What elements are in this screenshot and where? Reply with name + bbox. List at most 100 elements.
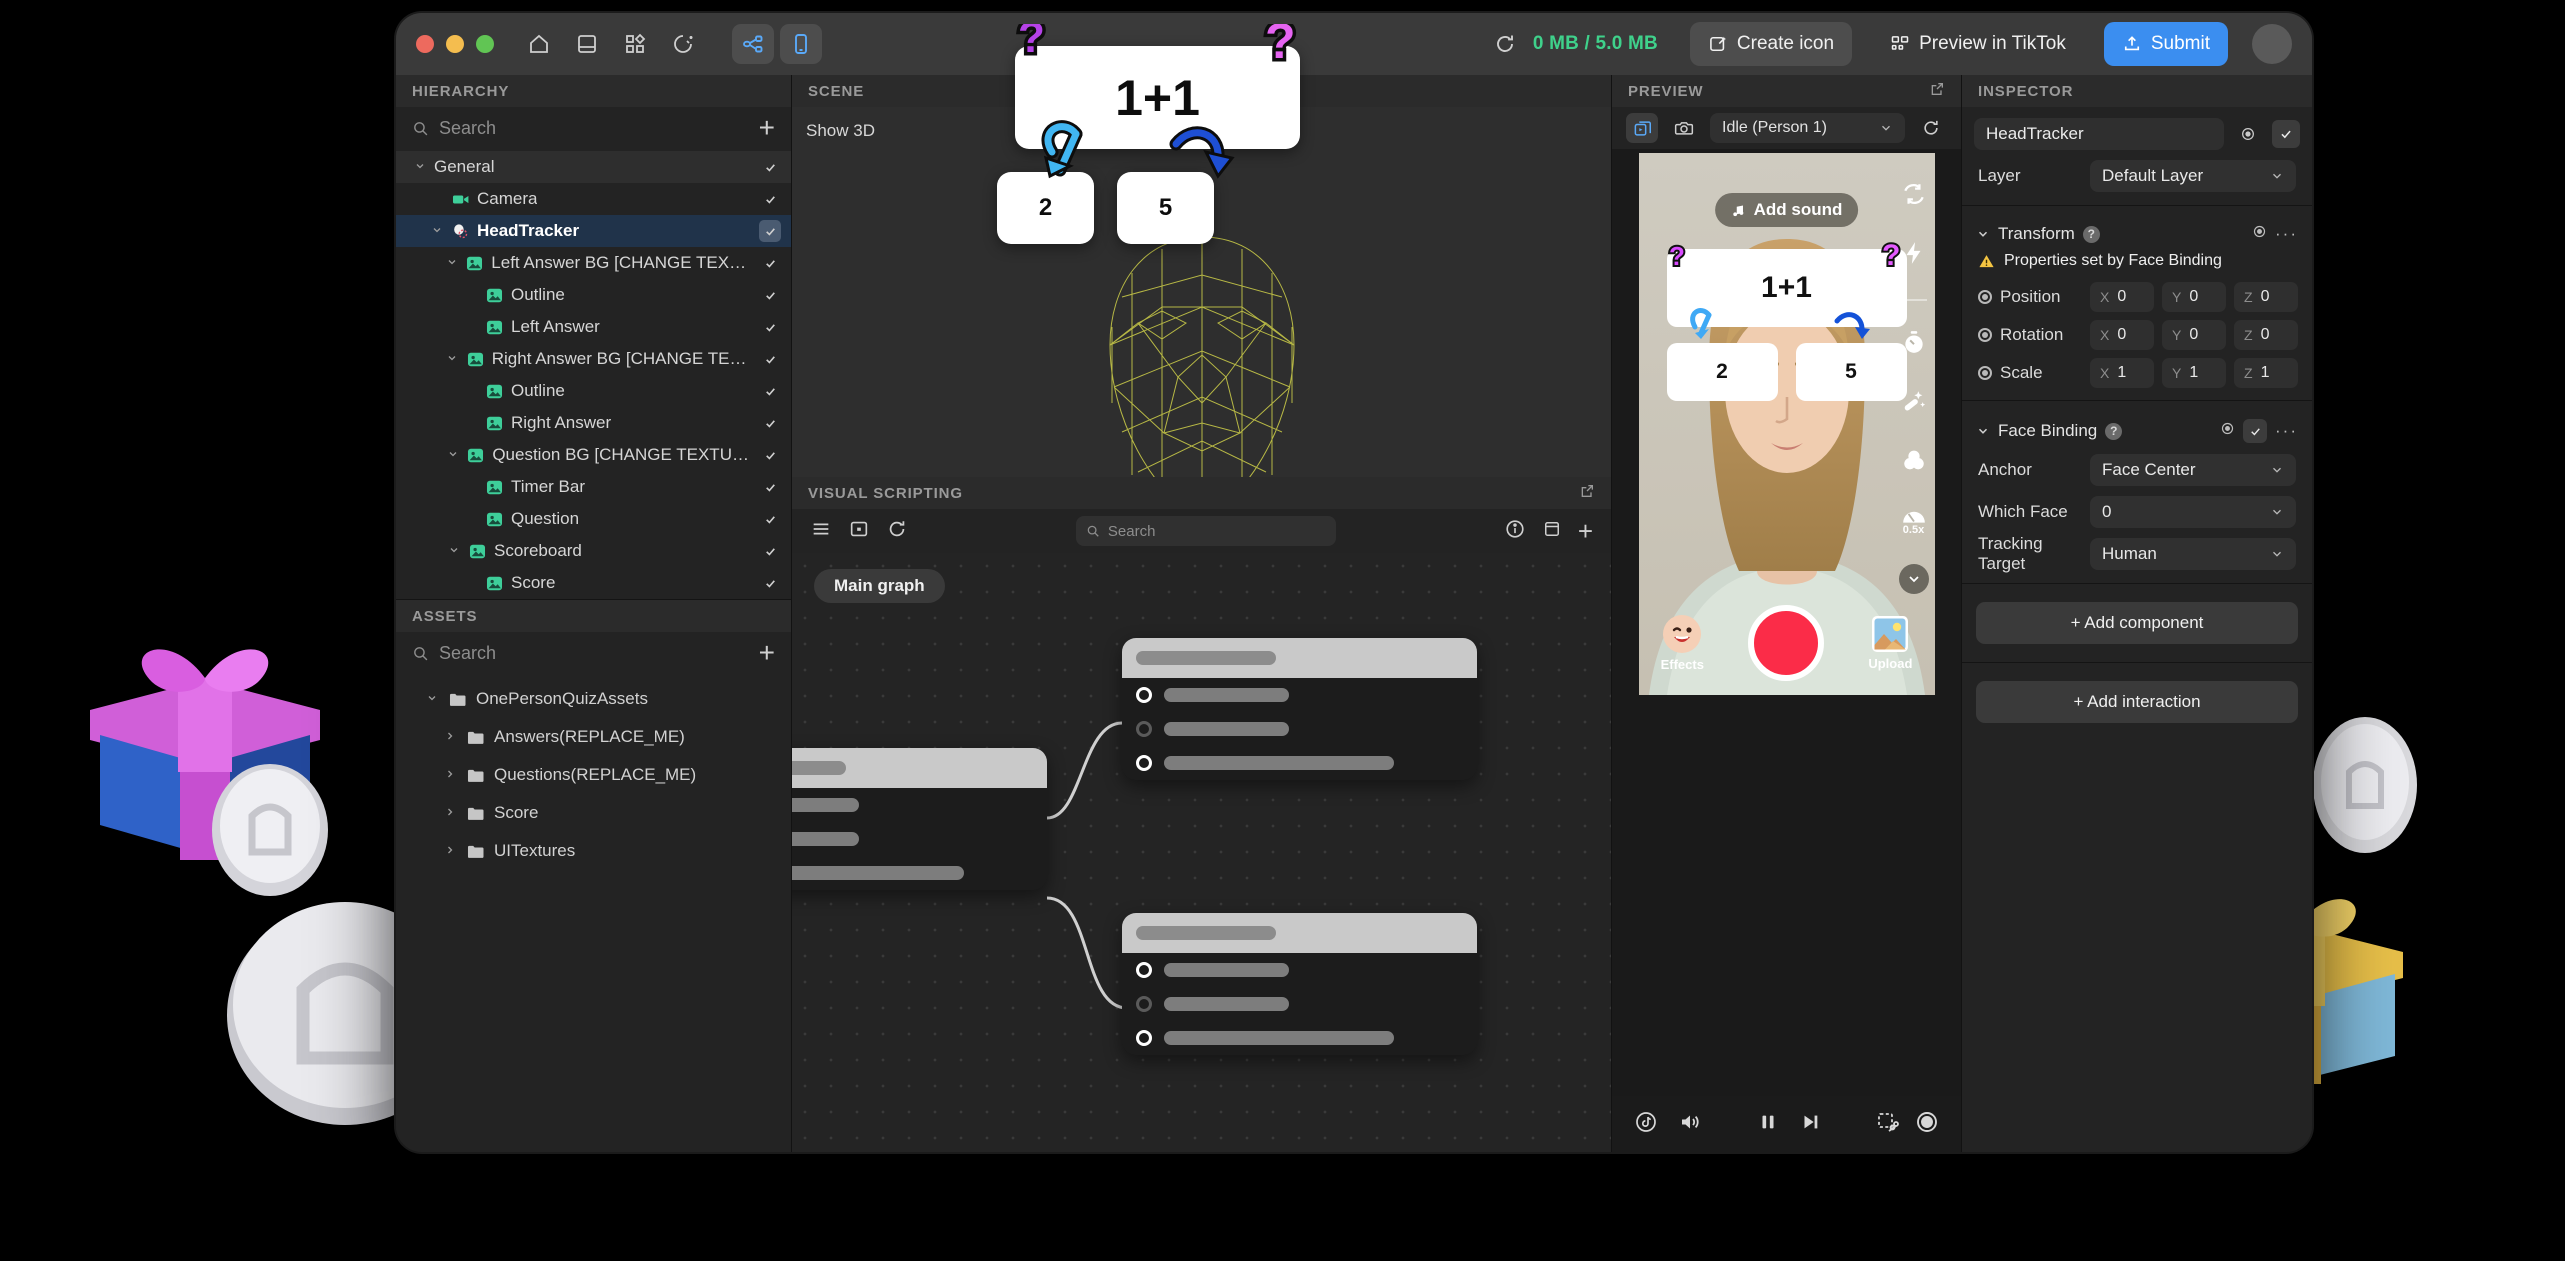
grid-icon[interactable] (614, 24, 656, 64)
visibility-checkbox[interactable] (760, 348, 781, 370)
book-icon[interactable] (566, 24, 608, 64)
face-binding-select[interactable]: Human (2090, 538, 2296, 570)
help-icon[interactable]: ? (2082, 225, 2100, 243)
preview-refresh-icon[interactable] (1915, 113, 1947, 143)
face-binding-section-header[interactable]: Face Binding ? ··· (1962, 409, 2312, 449)
add-component-button[interactable]: + Add component (1976, 602, 2298, 644)
preview-in-tiktok-button[interactable]: Preview in TikTok (1872, 22, 2084, 66)
layer-select[interactable]: Default Layer (2090, 160, 2296, 192)
preview-capture-bar[interactable]: Effects Upload (1639, 605, 1935, 681)
transform-field-z[interactable]: Z 1 (2234, 358, 2298, 388)
transform-field-z[interactable]: Z 0 (2234, 320, 2298, 350)
window-controls[interactable] (416, 35, 494, 53)
visual-scripting-search-input[interactable]: Search (1075, 516, 1336, 546)
visibility-checkbox[interactable] (759, 316, 781, 338)
hierarchy-item-outline[interactable]: Outline (396, 279, 791, 311)
user-avatar[interactable] (2252, 24, 2292, 64)
object-enabled-checkbox[interactable] (2272, 120, 2300, 148)
node-port[interactable] (1136, 755, 1152, 771)
close-button[interactable] (416, 35, 434, 53)
visibility-checkbox[interactable] (759, 572, 781, 594)
asset-item-answers-replace-me[interactable]: Answers(REPLACE_ME) (396, 718, 791, 756)
phone-icon[interactable] (780, 24, 822, 64)
maximize-button[interactable] (476, 35, 494, 53)
video-preview-icon[interactable] (1626, 113, 1658, 143)
help-icon[interactable]: ? (2105, 422, 2123, 440)
target-icon[interactable] (1978, 328, 1992, 342)
visibility-checkbox[interactable] (759, 284, 781, 306)
preview-video[interactable]: Add sound 0.5x 1+1 2 5 ? ? Effects Uploa… (1638, 153, 1935, 695)
asset-item-score[interactable]: Score (396, 794, 791, 832)
script-node[interactable] (792, 748, 1047, 890)
asset-item-uitextures[interactable]: UITextures (396, 832, 791, 870)
volume-icon[interactable] (1678, 1110, 1702, 1139)
menu-icon[interactable] (810, 518, 832, 545)
node-port[interactable] (1136, 1030, 1152, 1046)
chevron-right-icon[interactable] (443, 730, 457, 745)
hierarchy-search-row[interactable]: Search + (396, 107, 791, 149)
face-binding-rows[interactable]: Anchor Face Center Which Face 0 Tracking… (1962, 449, 2312, 575)
more-options-icon[interactable]: ··· (2275, 224, 2298, 244)
layer-row[interactable]: Layer Default Layer (1962, 155, 2312, 197)
target-icon[interactable] (2252, 224, 2267, 244)
transform-field-y[interactable]: Y 1 (2162, 358, 2226, 388)
asset-item-onepersonquizassets[interactable]: OnePersonQuizAssets (396, 680, 791, 718)
face-binding-row-anchor[interactable]: Anchor Face Center (1962, 449, 2312, 491)
hierarchy-search-input[interactable]: Search (439, 118, 749, 139)
preview-source-select[interactable]: Idle (Person 1) (1710, 113, 1905, 143)
chevron-down-icon[interactable] (445, 256, 458, 271)
node-port[interactable] (1136, 962, 1152, 978)
visibility-checkbox[interactable] (759, 508, 781, 530)
node-port-row[interactable] (792, 856, 1047, 890)
target-icon[interactable] (1978, 290, 1992, 304)
speed-icon[interactable]: 0.5x (1901, 506, 1927, 536)
hierarchy-item-question[interactable]: Question (396, 503, 791, 535)
transform-field-y[interactable]: Y 0 (2162, 282, 2226, 312)
step-forward-icon[interactable] (1799, 1111, 1821, 1138)
add-sound-button[interactable]: Add sound (1714, 193, 1859, 227)
face-binding-select[interactable]: 0 (2090, 496, 2296, 528)
hierarchy-item-general[interactable]: General (396, 151, 791, 183)
chevron-down-icon[interactable] (1898, 564, 1929, 594)
target-icon[interactable] (2220, 421, 2235, 441)
memory-refresh-icon[interactable] (1493, 32, 1517, 56)
hierarchy-item-right-answer[interactable]: Right Answer (396, 407, 791, 439)
panel-icon[interactable] (1542, 519, 1562, 544)
visibility-checkbox[interactable] (759, 540, 781, 562)
upload-button[interactable]: Upload (1868, 615, 1912, 671)
hierarchy-item-scoreboard[interactable]: Scoreboard (396, 535, 791, 567)
node-port-row[interactable] (1122, 712, 1477, 746)
chevron-down-icon[interactable] (430, 224, 444, 239)
filters-icon[interactable] (1901, 447, 1927, 478)
transform-field-y[interactable]: Y 0 (2162, 320, 2226, 350)
assets-add-button[interactable]: + (759, 639, 775, 667)
hierarchy-item-camera[interactable]: Camera (396, 183, 791, 215)
visibility-checkbox[interactable] (759, 156, 781, 178)
chevron-down-icon[interactable] (413, 160, 427, 175)
flip-camera-icon[interactable] (1901, 181, 1927, 212)
hierarchy-item-headtracker[interactable]: HeadTracker (396, 215, 791, 247)
add-interaction-button[interactable]: + Add interaction (1976, 681, 2298, 723)
home-icon[interactable] (518, 24, 560, 64)
target-icon[interactable] (2234, 120, 2262, 148)
transform-row-position[interactable]: Position X 0 Y 0 Z 0 (1962, 278, 2312, 316)
create-icon-button[interactable]: Create icon (1689, 22, 1853, 66)
face-binding-row-which-face[interactable]: Which Face 0 (1962, 491, 2312, 533)
preview-playback-bar[interactable] (1612, 1096, 1961, 1152)
transform-field-x[interactable]: X 0 (2090, 320, 2154, 350)
record-shutter-button[interactable] (1748, 605, 1825, 681)
transform-row-rotation[interactable]: Rotation X 0 Y 0 Z 0 (1962, 316, 2312, 354)
chevron-down-icon[interactable] (445, 352, 458, 367)
visual-scripting-toolbar[interactable]: Search + (792, 509, 1611, 553)
node-port-row[interactable] (1122, 953, 1477, 987)
visibility-checkbox[interactable] (759, 188, 781, 210)
visibility-checkbox[interactable] (760, 252, 781, 274)
magic-icon[interactable] (662, 24, 704, 64)
node-port[interactable] (1136, 721, 1152, 737)
hierarchy-item-outline[interactable]: Outline (396, 375, 791, 407)
visual-scripting-canvas[interactable]: Main graph (792, 553, 1611, 1152)
chevron-right-icon[interactable] (443, 806, 457, 821)
object-name-input[interactable]: HeadTracker (1974, 118, 2224, 150)
visibility-checkbox[interactable] (759, 380, 781, 402)
preview-stage[interactable]: Add sound 0.5x 1+1 2 5 ? ? Effects Uploa… (1612, 149, 1961, 1096)
